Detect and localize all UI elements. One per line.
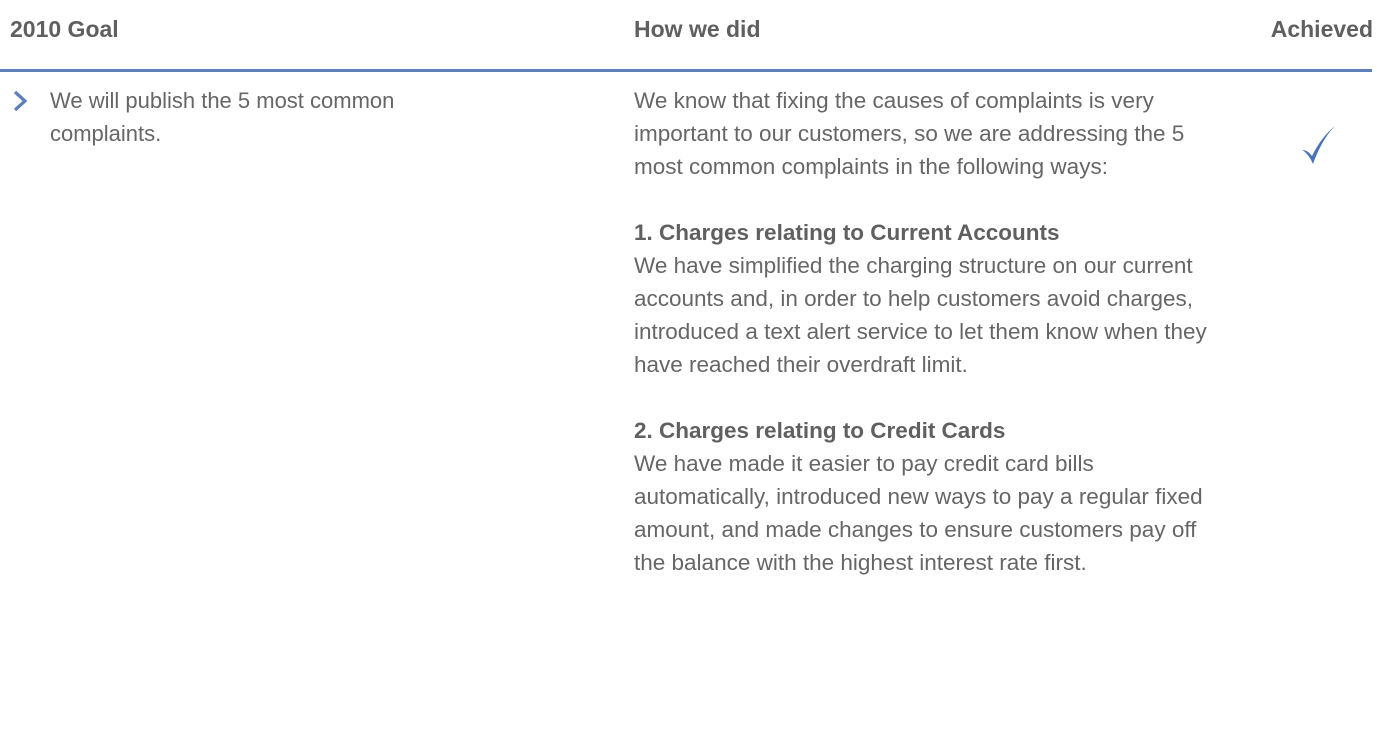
checkmark-icon [1298,124,1338,168]
how-we-did-column-header: How we did [634,16,761,42]
complaint-section-title: 1. Charges relating to Current Accounts [634,220,1060,245]
complaint-section: 1. Charges relating to Current Accounts … [634,216,1224,381]
goal-column-header: 2010 Goal [10,16,119,42]
complaint-section-body: We have made it easier to pay credit car… [634,451,1203,575]
chevron-right-icon [10,90,30,112]
goal-text: We will publish the 5 most common compla… [50,88,395,146]
header-divider [0,69,1372,72]
table-header: 2010 Goal How we did Achieved [0,0,1377,69]
achieved-column-header: Achieved [1270,16,1373,42]
complaint-section-body: We have simplified the charging structur… [634,253,1207,377]
complaint-section-title: 2. Charges relating to Credit Cards [634,418,1006,443]
complaint-section: 2. Charges relating to Credit Cards We h… [634,414,1224,579]
how-intro-text: We know that fixing the causes of compla… [634,88,1185,179]
how-we-did-cell: We know that fixing the causes of compla… [634,84,1224,612]
